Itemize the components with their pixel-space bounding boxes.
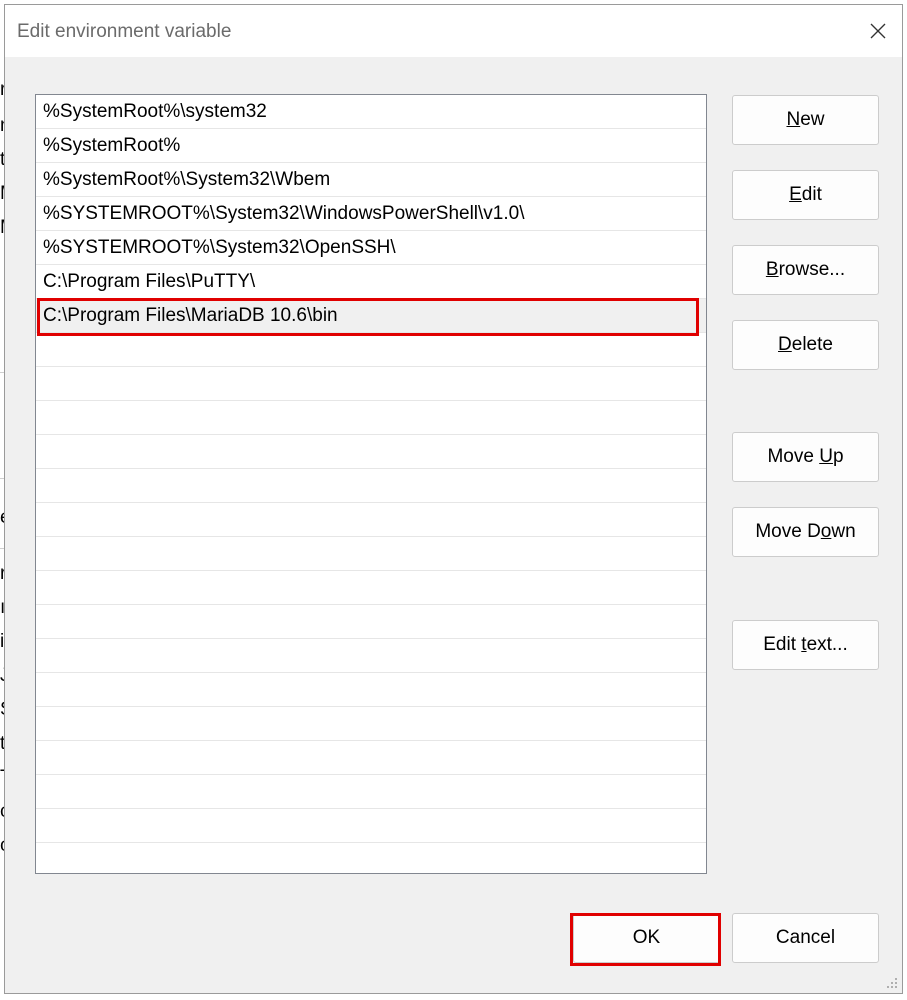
path-list-empty-row[interactable] [36, 809, 706, 843]
path-list-item[interactable]: C:\Program Files\PuTTY\ [36, 265, 706, 299]
delete-button[interactable]: Delete [732, 320, 879, 370]
path-list-item[interactable]: %SystemRoot%\System32\Wbem [36, 163, 706, 197]
title-bar: Edit environment variable [5, 5, 902, 57]
edit-button[interactable]: Edit [732, 170, 879, 220]
close-icon [870, 23, 886, 39]
path-list-item[interactable]: %SystemRoot%\system32 [36, 95, 706, 129]
path-list-empty-row[interactable] [36, 775, 706, 809]
path-list-item[interactable]: %SYSTEMROOT%\System32\WindowsPowerShell\… [36, 197, 706, 231]
path-list-empty-row[interactable] [36, 537, 706, 571]
screen: r n t M M e r ı i J S t T c c Edit envir… [0, 0, 907, 1000]
path-list-empty-row[interactable] [36, 639, 706, 673]
browse-accelerator: B [765, 259, 779, 280]
path-list-empty-row[interactable] [36, 401, 706, 435]
path-list-empty-row[interactable] [36, 367, 706, 401]
path-list-empty-row[interactable] [36, 571, 706, 605]
path-list-item[interactable]: %SYSTEMROOT%\System32\OpenSSH\ [36, 231, 706, 265]
path-list-empty-row[interactable] [36, 333, 706, 367]
path-list-empty-row[interactable] [36, 435, 706, 469]
path-list-empty-row[interactable] [36, 605, 706, 639]
path-list-empty-row[interactable] [36, 741, 706, 775]
delete-accelerator: D [778, 334, 792, 355]
close-button[interactable] [860, 13, 896, 49]
path-list-item[interactable]: %SystemRoot% [36, 129, 706, 163]
path-list-empty-row[interactable] [36, 503, 706, 537]
path-list-empty-row[interactable] [36, 673, 706, 707]
move-down-button[interactable]: Move Do wn [732, 507, 879, 557]
move-up-accelerator: U [819, 446, 833, 467]
dialog-title: Edit environment variable [17, 21, 232, 42]
resize-grip-icon[interactable] [884, 975, 898, 989]
new-button[interactable]: New [732, 95, 879, 145]
edit-environment-variable-dialog: Edit environment variable %SystemRoot%\s… [4, 4, 903, 994]
path-list[interactable]: %SystemRoot%\system32 %SystemRoot% %System… [35, 94, 707, 874]
path-list-empty-row[interactable] [36, 707, 706, 741]
path-list-empty-row[interactable] [36, 843, 706, 873]
edit-accelerator: E [789, 184, 802, 205]
move-down-accelerator: o [820, 521, 832, 542]
move-up-button[interactable]: Move Up [732, 432, 879, 482]
path-list-item[interactable]: C:\Program Files\MariaDB 10.6\bin [36, 299, 706, 333]
edit-text-button[interactable]: Edit t ext... [732, 620, 879, 670]
cancel-button[interactable]: Cancel [732, 913, 879, 963]
ok-button[interactable]: OK [573, 913, 720, 963]
browse-button[interactable]: Browse... [732, 245, 879, 295]
path-list-empty-row[interactable] [36, 469, 706, 503]
new-accelerator: N [786, 109, 801, 130]
